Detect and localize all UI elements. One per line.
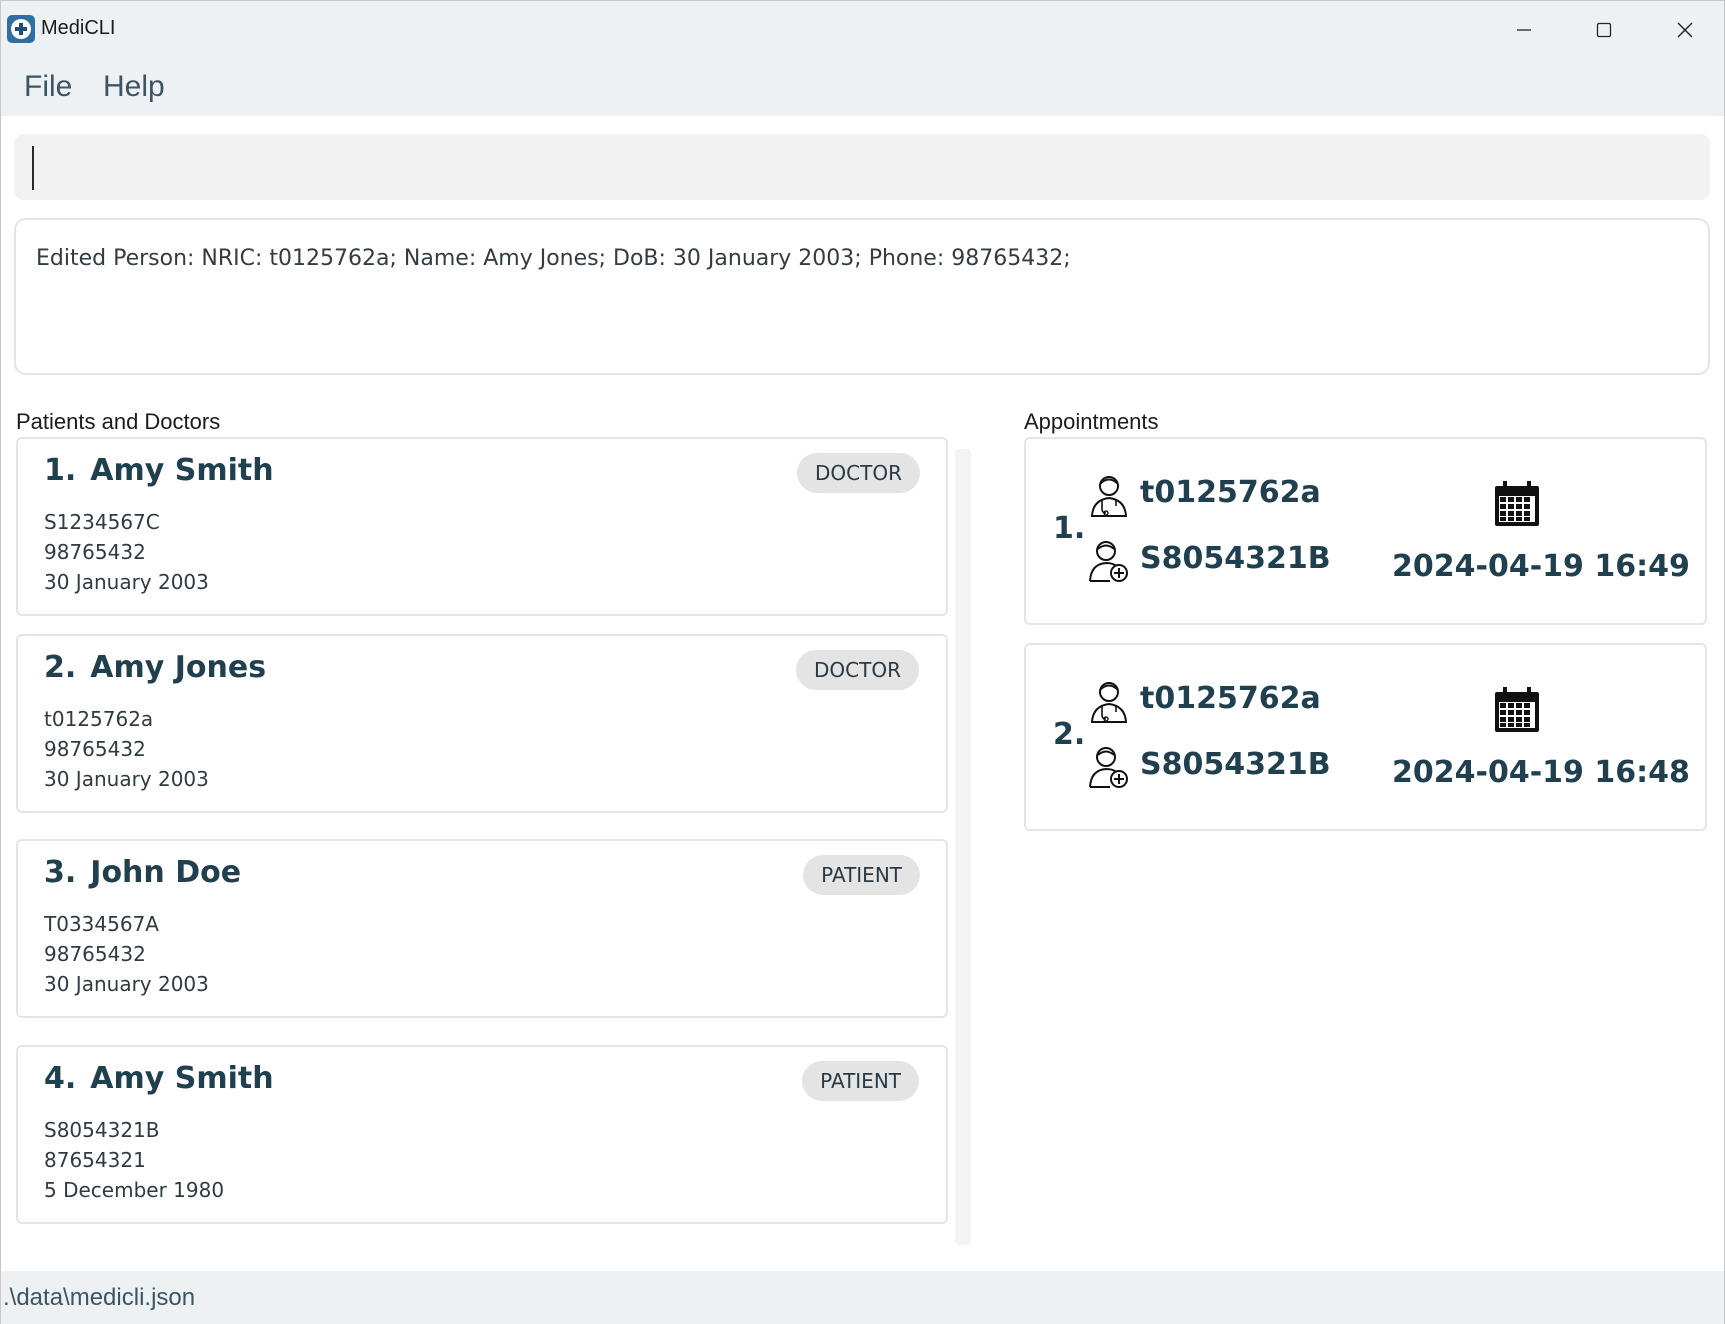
person-index: 4. (44, 1061, 77, 1096)
person-phone: 98765432 (44, 942, 146, 966)
person-dob: 5 December 1980 (44, 1178, 225, 1202)
menu-bar: File Help (1, 58, 1724, 116)
result-message: Edited Person: NRIC: t0125762a; Name: Am… (36, 246, 1071, 271)
maximize-icon (1596, 22, 1612, 37)
patient-nric: S8054321B (1140, 541, 1331, 576)
app-window: MediCLI File Help Edited Person: NRIC: t… (0, 0, 1725, 1324)
doctor-nric: t0125762a (1140, 475, 1321, 510)
role-badge: PATIENT (802, 1061, 919, 1101)
minimize-button[interactable] (1484, 1, 1564, 58)
status-bar: .\data\medicli.json (1, 1271, 1724, 1324)
person-name: 1. Amy Smith (44, 453, 274, 488)
person-phone: 98765432 (44, 737, 146, 761)
person-index: 2. (44, 650, 77, 685)
command-box[interactable] (14, 134, 1710, 200)
person-card[interactable]: 1. Amy Smith DOCTOR S1234567C 98765432 30… (16, 437, 948, 616)
person-name-text: Amy Smith (90, 1061, 274, 1096)
person-list: 1. Amy Smith DOCTOR S1234567C 98765432 30… (16, 437, 948, 1245)
person-nric: T0334567A (44, 912, 159, 936)
appointment-datetime: 2024-04-19 16:48 (1392, 755, 1690, 790)
text-caret (32, 146, 34, 190)
person-nric: S8054321B (44, 1118, 160, 1142)
doctor-nric: t0125762a (1140, 681, 1321, 716)
person-card[interactable]: 2. Amy Jones DOCTOR t0125762a 98765432 30… (16, 634, 948, 813)
title-bar: MediCLI (1, 1, 1724, 58)
app-logo-icon (7, 15, 35, 43)
window-title: MediCLI (41, 17, 116, 39)
doctor-icon (1090, 682, 1128, 723)
doctor-icon (1090, 476, 1128, 517)
appointment-index: 2. (1053, 717, 1086, 752)
patient-icon (1089, 747, 1128, 788)
appointment-index: 1. (1053, 511, 1086, 546)
person-name: 2. Amy Jones (44, 650, 266, 685)
command-input[interactable] (40, 144, 1690, 190)
data-file-path: .\data\medicli.json (3, 1284, 196, 1311)
close-button[interactable] (1645, 1, 1725, 58)
person-dob: 30 January 2003 (44, 570, 209, 594)
appointment-datetime: 2024-04-19 16:49 (1392, 549, 1690, 584)
patient-icon (1089, 541, 1128, 582)
person-nric: S1234567C (44, 510, 160, 534)
role-badge: PATIENT (803, 855, 920, 895)
persons-section-title: Patients and Doctors (16, 409, 221, 434)
person-name-text: Amy Jones (90, 650, 267, 685)
person-name: 4. Amy Smith (44, 1061, 274, 1096)
person-dob: 30 January 2003 (44, 767, 209, 791)
person-name-text: John Doe (90, 855, 242, 890)
appointment-card[interactable]: 2. t0125762a S8054321B 2024-04-19 16:48 (1024, 643, 1707, 831)
person-index: 1. (44, 453, 77, 488)
close-icon (1677, 22, 1693, 37)
role-badge: DOCTOR (796, 650, 919, 690)
patient-nric: S8054321B (1140, 747, 1331, 782)
result-display: Edited Person: NRIC: t0125762a; Name: Am… (14, 218, 1710, 375)
person-dob: 30 January 2003 (44, 972, 209, 996)
minimize-icon (1517, 28, 1531, 31)
person-name: 3. John Doe (44, 855, 241, 890)
person-phone: 87654321 (44, 1148, 146, 1172)
appointment-card[interactable]: 1. t0125762a S8054321B 2024-04-19 16:49 (1024, 437, 1707, 625)
calendar-icon (1495, 687, 1539, 732)
menu-help[interactable]: Help (101, 68, 167, 106)
person-card[interactable]: 4. Amy Smith PATIENT S8054321B 87654321 5… (16, 1045, 948, 1224)
person-name-text: Amy Smith (90, 453, 274, 488)
person-nric: t0125762a (44, 707, 154, 731)
person-list-scrollbar[interactable] (955, 449, 971, 1245)
role-badge: DOCTOR (797, 453, 920, 493)
person-phone: 98765432 (44, 540, 146, 564)
person-index: 3. (44, 855, 77, 890)
menu-file[interactable]: File (22, 68, 74, 106)
person-card[interactable]: 3. John Doe PATIENT T0334567A 98765432 30… (16, 839, 948, 1018)
appointments-section-title: Appointments (1024, 409, 1159, 434)
maximize-button[interactable] (1564, 1, 1644, 58)
calendar-icon (1495, 481, 1539, 526)
